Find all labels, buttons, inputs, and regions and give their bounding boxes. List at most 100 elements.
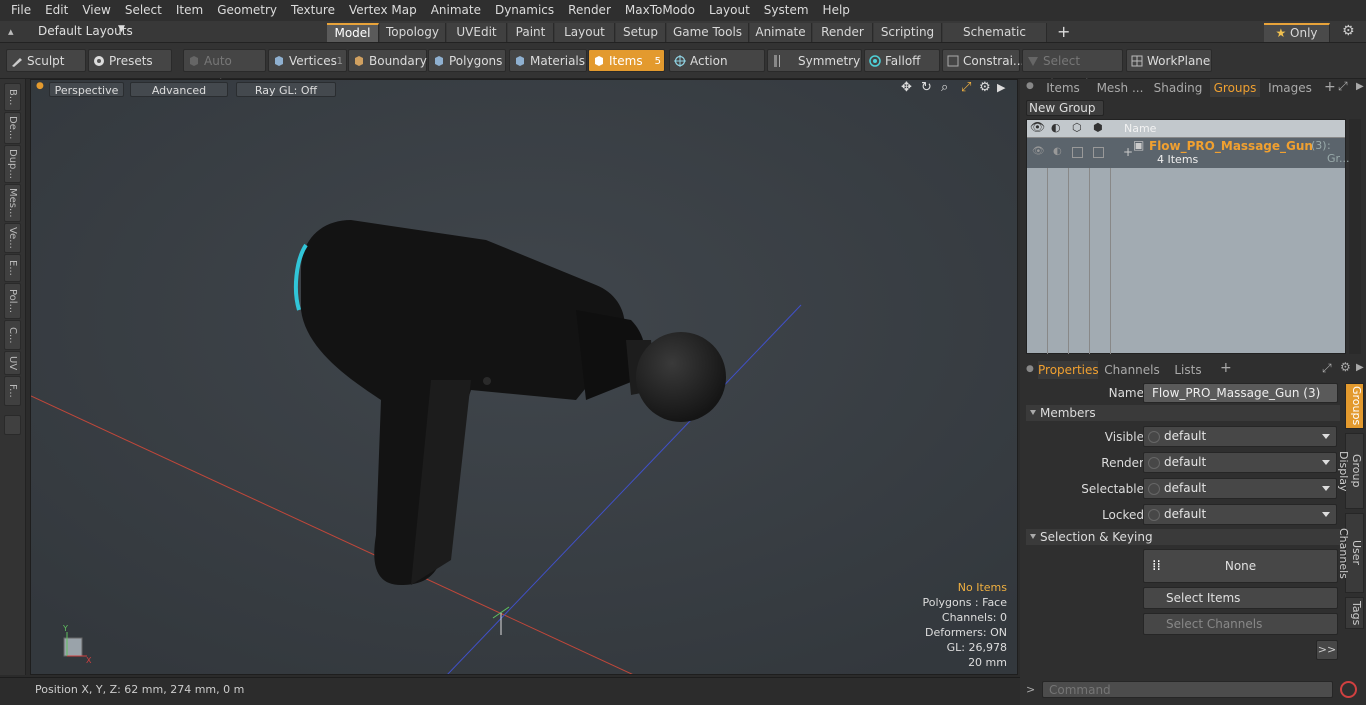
materials-button[interactable]: Materials bbox=[509, 49, 587, 72]
props-menu-icon[interactable]: ● bbox=[1026, 364, 1034, 374]
left-tab-duplicate[interactable]: Dup... bbox=[4, 145, 21, 183]
tab-mesh[interactable]: Mesh ... bbox=[1092, 79, 1148, 97]
props-gear-icon[interactable]: ⚙ bbox=[1340, 360, 1351, 374]
menu-edit[interactable]: Edit bbox=[38, 0, 75, 21]
sculpt-button[interactable]: Sculpt bbox=[6, 49, 86, 72]
advanced-button[interactable]: Advanced bbox=[130, 82, 228, 97]
menu-texture[interactable]: Texture bbox=[284, 0, 342, 21]
menu-maxtomodo[interactable]: MaxToModo bbox=[618, 0, 702, 21]
perspective-button[interactable]: Perspective bbox=[49, 82, 124, 97]
side-tab-group-display[interactable]: Group Display bbox=[1337, 433, 1364, 509]
side-tab-groups[interactable]: Groups bbox=[1345, 383, 1364, 429]
record-icon[interactable] bbox=[1340, 681, 1357, 698]
row-render-icon[interactable]: ◐ bbox=[1053, 146, 1062, 157]
symmetry-button[interactable]: Symmetry bbox=[767, 49, 862, 72]
raygl-button[interactable]: Ray GL: Off bbox=[236, 82, 336, 97]
action-center-button[interactable]: Action Center bbox=[669, 49, 765, 91]
menu-geometry[interactable]: Geometry bbox=[210, 0, 284, 21]
menu-select[interactable]: Select bbox=[118, 0, 169, 21]
menu-animate[interactable]: Animate bbox=[424, 0, 488, 21]
fit-view-icon[interactable]: ⤢ bbox=[961, 80, 971, 95]
name-column-header[interactable]: Name bbox=[1124, 122, 1156, 135]
more-button[interactable]: >> bbox=[1316, 640, 1338, 660]
menu-vertex-map[interactable]: Vertex Map bbox=[342, 0, 424, 21]
tab-properties[interactable]: Properties bbox=[1038, 361, 1099, 379]
tab-topology[interactable]: Topology bbox=[380, 23, 446, 42]
tab-channels[interactable]: Channels bbox=[1104, 361, 1160, 379]
tab-animate[interactable]: Animate bbox=[750, 23, 812, 42]
left-tab-basic[interactable]: B... bbox=[4, 83, 21, 111]
tab-paint[interactable]: Paint bbox=[508, 23, 554, 42]
eye-icon[interactable]: 👁 bbox=[1030, 120, 1045, 134]
auto-select-button[interactable]: Auto Select bbox=[183, 49, 266, 91]
row-select-checkbox[interactable] bbox=[1072, 147, 1083, 158]
tab-lists[interactable]: Lists bbox=[1168, 361, 1208, 379]
group-row[interactable]: 👁 ◐ + ▣ Flow_PRO_Massage_Gun (3) : Gr...… bbox=[1027, 138, 1350, 168]
boundary-button[interactable]: Boundary bbox=[348, 49, 427, 72]
visible-dropdown[interactable]: default bbox=[1143, 426, 1337, 447]
zoom-view-icon[interactable]: ⌕ bbox=[941, 80, 948, 95]
groups-scrollbar[interactable] bbox=[1349, 119, 1361, 354]
tab-shading[interactable]: Shading bbox=[1152, 79, 1204, 97]
tab-render[interactable]: Render bbox=[813, 23, 873, 42]
panel-menu-icon[interactable]: ● bbox=[1026, 81, 1034, 91]
left-tab-deform[interactable]: De... bbox=[4, 112, 21, 144]
new-group-button[interactable]: New Group bbox=[1026, 100, 1104, 116]
3d-viewport[interactable]: Y X ● Perspective Advanced Ray GL: Off ✥… bbox=[30, 79, 1018, 675]
menu-layout[interactable]: Layout bbox=[702, 0, 757, 21]
constraints-button[interactable]: Constrai... bbox=[942, 49, 1024, 72]
workplane-button[interactable]: WorkPlane bbox=[1126, 49, 1212, 72]
menu-view[interactable]: View bbox=[75, 0, 117, 21]
left-tab-polygon[interactable]: Pol... bbox=[4, 283, 21, 319]
selection-keying-section[interactable]: Selection & Keying bbox=[1026, 529, 1340, 545]
panel-expand-icon[interactable]: ▶ bbox=[1356, 81, 1364, 92]
side-tab-user-channels[interactable]: User Channels bbox=[1337, 513, 1364, 593]
left-tab-fusion[interactable]: F... bbox=[4, 376, 21, 406]
left-tab-uv[interactable]: UV bbox=[4, 351, 21, 375]
only-toggle[interactable]: ★ Only bbox=[1264, 23, 1330, 42]
menu-file[interactable]: File bbox=[4, 0, 38, 21]
menu-item[interactable]: Item bbox=[169, 0, 210, 21]
lock-icon[interactable]: ⬢ bbox=[1093, 121, 1103, 134]
viewport-expand-icon[interactable]: ▶ bbox=[997, 81, 1005, 94]
add-props-tab-icon[interactable]: + bbox=[1220, 360, 1232, 376]
command-input[interactable] bbox=[1042, 681, 1333, 698]
polygons-button[interactable]: Polygons bbox=[428, 49, 506, 72]
tab-layout[interactable]: Layout bbox=[555, 23, 615, 42]
rotate-view-icon[interactable]: ↻ bbox=[921, 80, 932, 95]
viewport-menu-icon[interactable]: ● bbox=[36, 81, 44, 91]
side-tab-tags[interactable]: Tags bbox=[1345, 597, 1364, 629]
tab-schematic-fusion[interactable]: Schematic Fusion bbox=[943, 23, 1047, 58]
tab-game-tools[interactable]: Game Tools bbox=[667, 23, 749, 42]
menu-help[interactable]: Help bbox=[816, 0, 857, 21]
maximize-icon[interactable]: ⤢ bbox=[1338, 79, 1348, 94]
selectable-dropdown[interactable]: default bbox=[1143, 478, 1337, 499]
vertices-button[interactable]: Vertices 1 bbox=[268, 49, 347, 72]
select-channels-button[interactable]: Select Channels bbox=[1143, 613, 1338, 635]
props-expand-icon[interactable]: ▶ bbox=[1356, 362, 1364, 373]
left-tab-curve[interactable]: C... bbox=[4, 320, 21, 350]
props-maximize-icon[interactable]: ⤢ bbox=[1322, 361, 1332, 376]
row-lock-checkbox[interactable] bbox=[1093, 147, 1104, 158]
members-section[interactable]: Members bbox=[1026, 405, 1340, 421]
gear-icon[interactable]: ⚙ bbox=[1342, 23, 1355, 39]
tab-uvedit[interactable]: UVEdit bbox=[447, 23, 507, 42]
left-tab-vertex[interactable]: Ve... bbox=[4, 223, 21, 253]
render-dropdown[interactable]: default bbox=[1143, 452, 1337, 473]
expand-icon[interactable]: ▴ bbox=[8, 25, 14, 38]
left-tab-edge[interactable]: E... bbox=[4, 254, 21, 282]
expand-row-icon[interactable]: + bbox=[1123, 145, 1133, 159]
falloff-button[interactable]: Falloff bbox=[864, 49, 940, 72]
select-items-button[interactable]: Select Items bbox=[1143, 587, 1338, 609]
tab-model[interactable]: Model bbox=[327, 23, 379, 42]
tab-scripting[interactable]: Scripting bbox=[874, 23, 942, 42]
tab-groups[interactable]: Groups bbox=[1210, 79, 1260, 97]
select-icon[interactable]: ⬡ bbox=[1072, 121, 1082, 134]
locked-dropdown[interactable]: default bbox=[1143, 504, 1337, 525]
tab-items[interactable]: Items bbox=[1042, 79, 1084, 97]
add-panel-tab-icon[interactable]: + bbox=[1324, 79, 1336, 95]
left-tab-extra[interactable] bbox=[4, 415, 21, 435]
left-tab-mesh-edit[interactable]: Mes... bbox=[4, 184, 21, 222]
menu-system[interactable]: System bbox=[757, 0, 816, 21]
tab-images[interactable]: Images bbox=[1266, 79, 1314, 97]
